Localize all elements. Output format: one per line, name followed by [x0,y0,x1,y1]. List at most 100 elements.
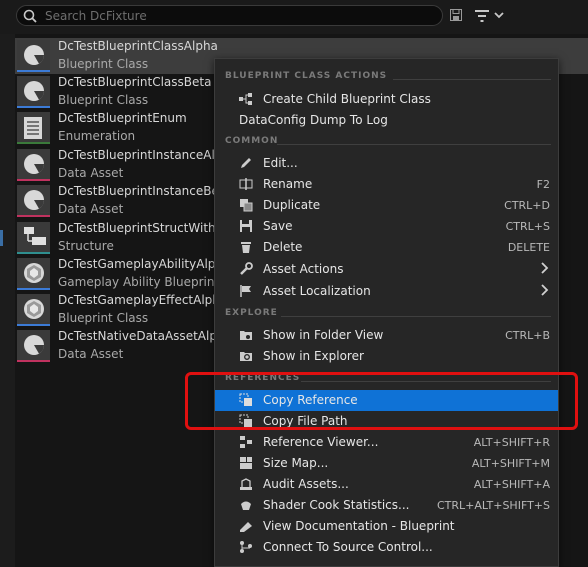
menu-item-shortcut: ALT+SHIFT+A [473,478,550,491]
edit-icon [239,156,253,170]
menu-item-label: Asset Actions [263,262,344,276]
menu-item-dataconfig-dump-to-log[interactable]: DataConfig Dump To Log [215,110,558,131]
menu-item-label: View Documentation - Blueprint [263,519,455,533]
section-divider [393,79,551,80]
menu-item-label: Size Map... [263,456,329,470]
data-asset-icon [23,334,45,360]
gameplay-ability-icon [23,262,45,288]
menu-item-delete[interactable]: Delete DELETE [215,237,558,258]
left-panel-marker [0,230,3,246]
shader-icon [239,498,253,512]
create-child-icon [239,92,253,106]
folder-view-icon [239,328,253,342]
menu-item-duplicate[interactable]: Duplicate CTRL+D [215,195,558,216]
context-menu: BLUEPRINT CLASS ACTIONS COMMON EXPLORE R… [214,58,559,567]
explorer-icon [239,349,253,363]
menu-item-shortcut: DELETE [507,241,550,254]
menu-item-rename[interactable]: Rename F2 [215,174,558,195]
audit-icon [239,477,253,491]
asset-type: Blueprint Class [58,93,149,107]
asset-type-color-bar [17,179,50,181]
enumeration-icon [23,116,43,144]
save-icon [239,219,253,233]
menu-item-shader-cook-statistics[interactable]: Shader Cook Statistics... CTRL+ALT+SHIFT+… [215,495,558,516]
search-input[interactable] [45,7,425,24]
menu-item-view-documentation-blueprint[interactable]: View Documentation - Blueprint [215,516,558,537]
asset-thumbnail [17,149,50,181]
menu-item-audit-assets[interactable]: Audit Assets... ALT+SHIFT+A [215,474,558,495]
blueprint-class-icon [23,44,45,70]
menu-item-label: Show in Explorer [263,349,364,363]
search-icon [23,9,37,23]
menu-item-save[interactable]: Save CTRL+S [215,216,558,237]
asset-type-color-bar [17,252,50,254]
blueprint-class-icon [23,80,45,106]
asset-type-color-bar [17,106,50,108]
structure-icon [23,226,47,250]
menu-item-shortcut: ALT+SHIFT+M [471,457,550,470]
rename-icon [239,177,253,191]
menu-item-label: Rename [263,177,313,191]
section-explore: EXPLORE [225,308,551,324]
source-control-icon [239,540,253,554]
menu-item-shortcut: CTRL+B [505,329,550,342]
menu-item-label: Show in Folder View [263,328,384,342]
size-map-icon [239,456,253,470]
asset-name: DcTestBlueprintInstanceAlpha [58,148,238,162]
asset-type-color-bar [17,142,50,144]
chevron-right-icon [540,283,550,300]
menu-item-shortcut: CTRL+S [505,220,550,233]
section-common: COMMON [225,136,551,152]
menu-item-label: Audit Assets... [263,477,349,491]
menu-item-label: Reference Viewer... [263,435,379,449]
menu-item-size-map[interactable]: Size Map... ALT+SHIFT+M [215,453,558,474]
wrench-icon [239,262,253,276]
menu-item-create-child-blueprint-class[interactable]: Create Child Blueprint Class [215,89,558,110]
asset-name: DcTestNativeDataAssetAlpha [58,329,232,343]
menu-item-label: Connect To Source Control... [263,540,433,554]
menu-item-shortcut: F2 [536,178,550,191]
menu-item-label: Duplicate [263,198,321,212]
menu-item-label: Edit... [263,156,298,170]
delete-icon [239,240,253,254]
asset-type-color-bar [17,288,50,290]
chevron-right-icon [540,261,550,278]
asset-type-color-bar [17,360,50,362]
asset-type: Data Asset [58,202,124,216]
menu-item-edit[interactable]: Edit... [215,153,558,174]
asset-thumbnail [17,185,50,217]
asset-name: DcTestBlueprintInstanceBeta [58,184,231,198]
menu-item-connect-to-source-control[interactable]: Connect To Source Control... [215,537,558,558]
asset-type: Structure [58,239,114,253]
duplicate-icon [239,198,253,212]
data-asset-icon [23,153,45,179]
gameplay-effect-icon [23,298,45,324]
menu-item-show-in-folder-view[interactable]: Show in Folder View CTRL+B [215,325,558,346]
menu-item-asset-actions[interactable]: Asset Actions [215,259,558,280]
asset-name: DcTestGameplayAbilityAlpha [58,257,231,271]
menu-item-shortcut: ALT+SHIFT+R [473,436,550,449]
asset-type-color-bar [17,324,50,326]
asset-type: Blueprint Class [58,311,149,325]
section-divider [277,144,551,145]
flag-icon [239,284,253,298]
search-box[interactable] [16,5,443,26]
asset-type-color-bar [17,70,50,72]
menu-item-shortcut: CTRL+D [504,199,550,212]
menu-item-label: Create Child Blueprint Class [263,92,431,106]
asset-name: DcTestBlueprintClassAlpha [58,39,218,53]
asset-name: DcTestBlueprintEnum [58,111,187,125]
asset-type: Data Asset [58,166,124,180]
filter-icon[interactable] [474,9,506,23]
asset-thumbnail [17,40,50,72]
menu-item-reference-viewer[interactable]: Reference Viewer... ALT+SHIFT+R [215,432,558,453]
asset-type: Data Asset [58,347,124,361]
data-asset-icon [23,189,45,215]
menu-item-show-in-explorer[interactable]: Show in Explorer [215,346,558,367]
save-search-icon[interactable] [450,9,462,21]
documentation-icon [239,519,253,533]
asset-name: DcTestBlueprintClassBeta [58,75,212,89]
asset-name: DcTestGameplayEffectAlpha [58,293,228,307]
menu-item-label: Asset Localization [263,284,371,298]
menu-item-asset-localization[interactable]: Asset Localization [215,281,558,302]
